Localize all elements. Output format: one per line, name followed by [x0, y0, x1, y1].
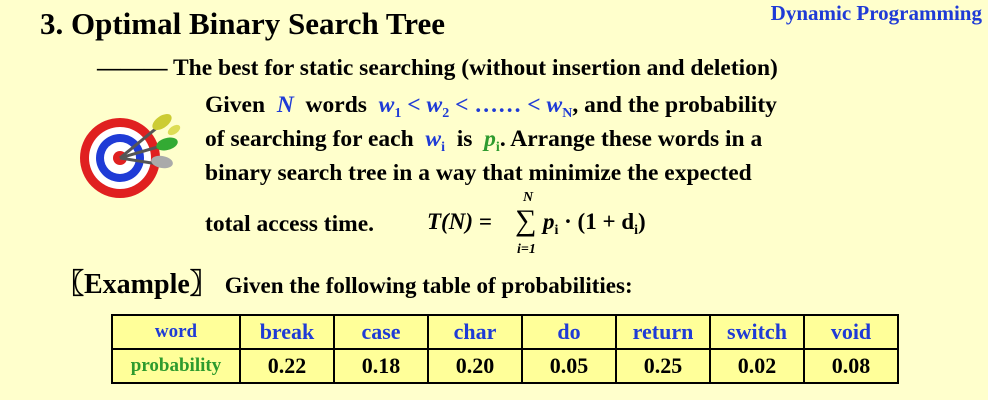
word-cell: do [521, 314, 617, 350]
table-row-probabilities: probability 0.22 0.18 0.20 0.05 0.25 0.0… [111, 348, 899, 384]
example-heading: 〖Example〗 Given the following table of p… [56, 262, 633, 302]
var-w: w [426, 92, 443, 118]
given-word: Given [205, 92, 266, 118]
page-title: 3. Optimal Binary Search Tree [40, 6, 445, 41]
example-label: 〖Example〗 [56, 269, 218, 300]
word-cell: switch [709, 314, 805, 350]
lt-1: < [407, 92, 421, 118]
probability-table: word break case char do return switch vo… [111, 314, 899, 384]
sigma-symbol: ∑ [515, 204, 537, 237]
words-word: words [305, 92, 367, 118]
probability-cell: 0.22 [239, 348, 335, 384]
dash: ——— [97, 55, 168, 81]
var-w: w [378, 92, 395, 118]
term-p-sub: i [554, 223, 559, 238]
probability-cell: 0.05 [521, 348, 617, 384]
probability-cell: 0.20 [427, 348, 523, 384]
sub-1: 1 [394, 106, 402, 121]
word-ordering: w1 < w2 < …… < wN [378, 92, 573, 121]
subtitle-text: The best for static searching (without i… [172, 55, 778, 81]
term-p: p [543, 209, 555, 234]
var-N: N [276, 92, 294, 118]
sub-i: i [441, 140, 445, 155]
word-cell: void [803, 314, 899, 350]
word-cell: return [615, 314, 711, 350]
table-row-words: word break case char do return switch vo… [111, 314, 899, 350]
var-w: w [425, 126, 442, 152]
formula-term: pi · (1 + di) [543, 209, 646, 239]
domain-label: Dynamic Programming [770, 1, 982, 25]
var-w: w [546, 92, 563, 118]
sub-N: N [562, 106, 573, 121]
dartboard-target-icon [58, 100, 188, 205]
lt-2: < …… < [455, 92, 541, 118]
problem-line-2: of searching for each wi is pi. Arrange … [205, 126, 762, 156]
line2-tail: . Arrange these words in a [499, 126, 763, 152]
row-head-word: word [111, 314, 241, 350]
probability-cell: 0.25 [615, 348, 711, 384]
word-cell: char [427, 314, 523, 350]
term-close: ) [638, 209, 646, 234]
formula-lhs: T(N) = [427, 209, 492, 234]
problem-line-3: binary search tree in a way that minimiz… [205, 160, 752, 186]
line2-pre: of searching for each [205, 126, 414, 152]
var-p: p [484, 126, 496, 152]
probability-cell: 0.18 [333, 348, 429, 384]
example-text: Given the following table of probabiliti… [224, 273, 633, 298]
word-cell: case [333, 314, 429, 350]
sum-lower: i=1 [517, 242, 536, 257]
sub-2: 2 [442, 106, 450, 121]
line1-tail: , and the probability [572, 92, 777, 118]
is-word: is [456, 126, 473, 152]
row-head-probability: probability [111, 348, 241, 384]
probability-cell: 0.02 [709, 348, 805, 384]
problem-line-4: total access time. [205, 211, 374, 237]
problem-line-1: Given N words w1 < w2 < …… < wN, and the… [205, 92, 777, 122]
probability-cell: 0.08 [803, 348, 899, 384]
word-cell: break [239, 314, 335, 350]
subtitle: ——— The best for static searching (witho… [97, 55, 778, 82]
term-rest: · (1 + d [564, 209, 635, 234]
